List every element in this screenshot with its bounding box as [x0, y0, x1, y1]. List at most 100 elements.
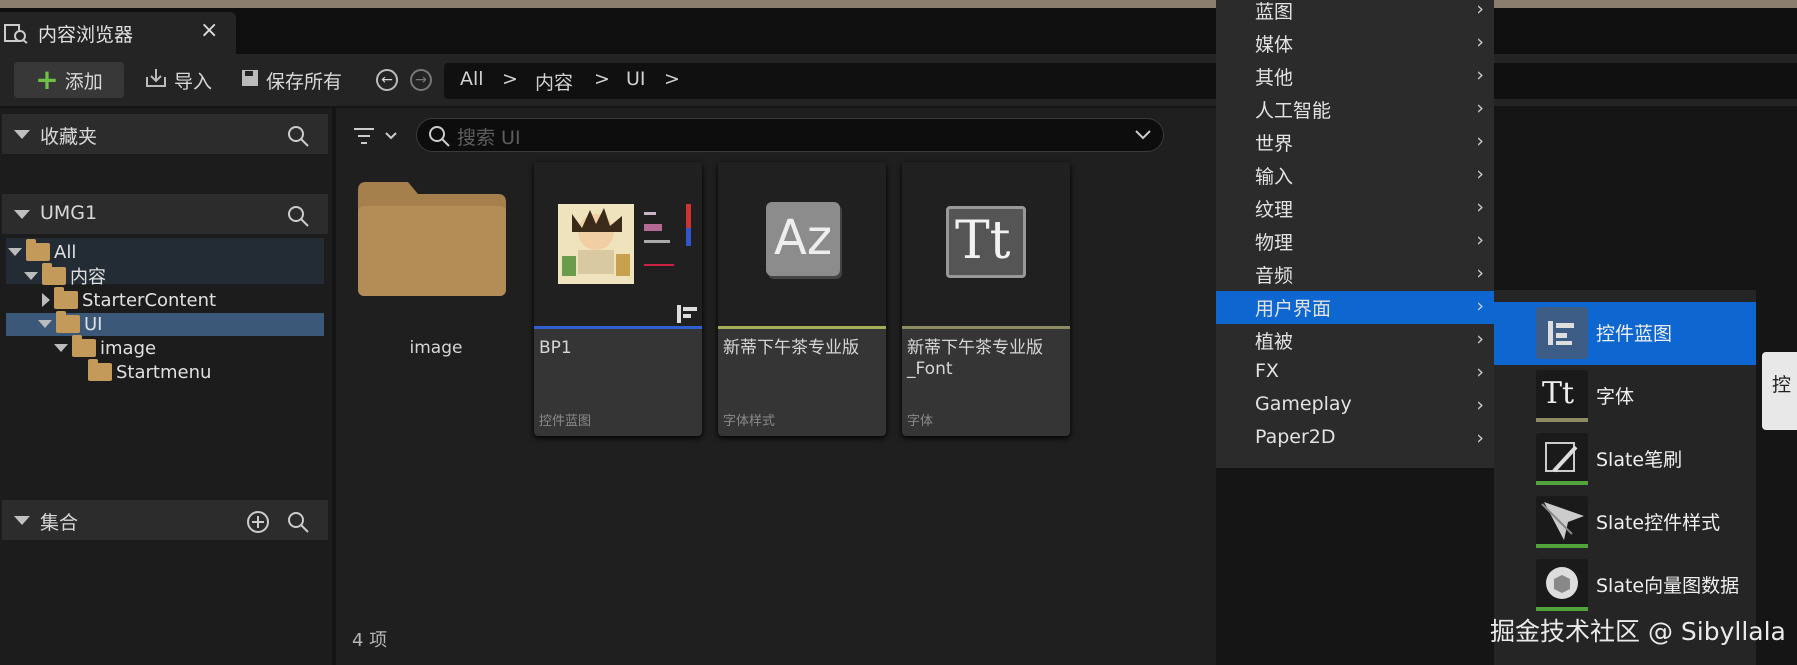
preview-button [644, 224, 662, 231]
menu-item-label: Gameplay [1255, 393, 1352, 415]
menu-item-audio[interactable]: 音频 › [1216, 258, 1494, 291]
menu-item-label: 世界 [1255, 133, 1294, 155]
menu-item-user-interface[interactable]: 用户界面 › [1216, 291, 1494, 324]
breadcrumb-item-all[interactable]: All [460, 68, 484, 90]
menu-item-paper2d[interactable]: Paper2D › [1216, 423, 1494, 456]
save-all-label: 保存所有 [266, 70, 343, 93]
menu-item-other[interactable]: 其他 › [1216, 60, 1494, 93]
menu-item-label: 用户界面 [1255, 298, 1332, 320]
menu-item-label: Paper2D [1255, 426, 1336, 448]
chevron-right-icon: › [1476, 0, 1484, 20]
menu-item-input[interactable]: 输入 › [1216, 159, 1494, 192]
asset-tile-font[interactable]: Tt 新蒂下午茶专业版_Font 字体 [902, 162, 1070, 436]
thumbnail: Tt [902, 162, 1070, 326]
asset-tile-bp1[interactable]: BP1 控件蓝图 [534, 162, 702, 436]
breadcrumb-separator[interactable]: > [664, 68, 680, 90]
save-all-button[interactable]: 保存所有 [240, 62, 342, 98]
tree-item-image[interactable]: image [54, 335, 157, 360]
user-interface-submenu: 控件蓝图 Tt 字体 Slate笔刷 Slate控件样式 Slate向量图数据 [1494, 290, 1756, 665]
thumbnail [534, 162, 702, 326]
submenu-item-slate-brush[interactable]: Slate笔刷 [1494, 428, 1756, 491]
project-title: UMG1 [40, 202, 98, 224]
preview-line [644, 264, 674, 266]
submenu-item-widget-blueprint[interactable]: 控件蓝图 [1494, 302, 1756, 365]
asset-type-bar [534, 326, 702, 329]
submenu-item-slate-vector[interactable]: Slate向量图数据 [1494, 554, 1756, 617]
add-label: 添加 [64, 70, 103, 93]
menu-item-ai[interactable]: 人工智能 › [1216, 93, 1494, 126]
tree-item-startercontent[interactable]: StarterContent [42, 287, 217, 312]
asset-name-image[interactable]: image [356, 338, 516, 358]
submenu-item-slate-widget-style[interactable]: Slate控件样式 [1494, 491, 1756, 554]
project-header[interactable]: UMG1 [2, 194, 328, 234]
chevron-right-icon: › [1476, 229, 1484, 251]
folder-icon [54, 287, 78, 309]
forward-button[interactable]: → [410, 62, 432, 98]
tree-label: StarterContent [82, 289, 217, 311]
search-icon[interactable] [286, 510, 310, 539]
plus-icon: + [35, 63, 59, 96]
menu-item-blueprint[interactable]: 蓝图 › [1216, 0, 1494, 27]
chevron-right-icon: › [1476, 64, 1484, 86]
folder-icon [358, 182, 506, 296]
close-icon[interactable]: × [200, 18, 218, 43]
chevron-right-icon: › [1476, 97, 1484, 119]
asset-type: 字体 [907, 414, 934, 429]
type-line [1536, 607, 1588, 611]
toolbar: + 添加 导入 保存所有 ← → All > 内容 > UI > [0, 54, 1797, 106]
breadcrumb-item-ui[interactable]: UI [626, 68, 646, 90]
asset-name: 新蒂下午茶专业版 [723, 338, 859, 358]
tab-content-browser[interactable]: 内容浏览器 × [0, 12, 236, 54]
expand-icon [38, 320, 52, 328]
menu-item-media[interactable]: 媒体 › [1216, 27, 1494, 60]
search-icon[interactable] [286, 204, 310, 233]
widget-blueprint-icon [1536, 307, 1588, 359]
menu-item-world[interactable]: 世界 › [1216, 126, 1494, 159]
breadcrumb-separator[interactable]: > [594, 68, 610, 90]
add-button[interactable]: + 添加 [14, 62, 124, 98]
tree-item-content[interactable]: 内容 [24, 263, 106, 288]
tree-label: UI [84, 313, 103, 335]
back-button[interactable]: ← [376, 62, 398, 98]
search-icon[interactable] [286, 124, 310, 153]
expand-icon [8, 248, 22, 256]
partial-button-label: 控 [1772, 374, 1792, 396]
background-strip [0, 0, 1797, 8]
menu-item-label: 媒体 [1255, 34, 1294, 56]
asset-tile-font-style[interactable]: Az 新蒂下午茶专业版 字体样式 [718, 162, 886, 436]
asset-type: 控件蓝图 [539, 414, 592, 429]
submenu-item-font[interactable]: Tt 字体 [1494, 365, 1756, 428]
preview-bar [686, 204, 691, 228]
chevron-right-icon: › [1476, 427, 1484, 449]
menu-item-foliage[interactable]: 植被 › [1216, 324, 1494, 357]
left-panel: 收藏夹 UMG1 All 内容 StarterContent UI image … [0, 108, 332, 665]
slate-vector-icon [1536, 559, 1588, 611]
collections-header[interactable]: 集合 [2, 500, 328, 540]
breadcrumb-item-content[interactable]: 内容 [535, 68, 573, 95]
favorites-header[interactable]: 收藏夹 [2, 114, 328, 154]
menu-item-texture[interactable]: 纹理 › [1216, 192, 1494, 225]
add-collection-icon[interactable] [246, 510, 270, 539]
thumbnail: Az [718, 162, 886, 326]
collections-title: 集合 [40, 512, 79, 534]
folder-icon [88, 359, 112, 381]
tree-item-startmenu[interactable]: Startmenu [88, 359, 211, 384]
breadcrumb-separator[interactable]: > [502, 68, 518, 90]
asset-type-bar [902, 326, 1070, 329]
tree-label: image [100, 337, 157, 359]
tree-item-ui[interactable]: UI [38, 311, 103, 336]
import-button[interactable]: 导入 [144, 62, 212, 98]
tree-item-all[interactable]: All [8, 239, 76, 264]
asset-name: 新蒂下午茶专业版_Font [907, 338, 1043, 379]
search-input[interactable]: 搜索 UI [416, 118, 1164, 152]
menu-item-label: 其他 [1255, 67, 1294, 89]
menu-item-gameplay[interactable]: Gameplay › [1216, 390, 1494, 423]
menu-item-fx[interactable]: FX › [1216, 357, 1494, 390]
partial-button[interactable]: 控 [1762, 352, 1797, 430]
search-icon [427, 124, 451, 153]
chevron-down-icon[interactable] [1133, 125, 1153, 150]
menu-item-physics[interactable]: 物理 › [1216, 225, 1494, 258]
filter-button[interactable] [352, 124, 402, 153]
folder-image-thumbnail[interactable] [356, 180, 508, 298]
menu-item-label: 人工智能 [1255, 100, 1332, 122]
